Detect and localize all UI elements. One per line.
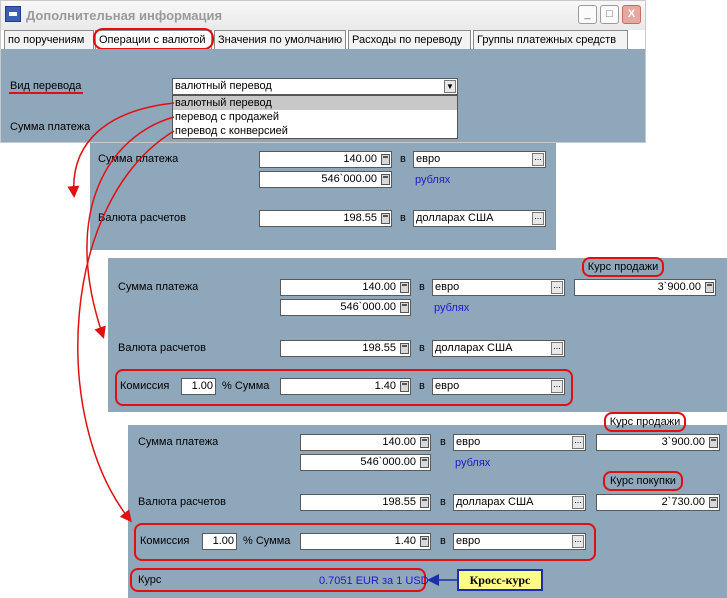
- arrow-to-panel3: [77, 130, 175, 523]
- arrow-to-panel1: [67, 102, 175, 198]
- arrow-to-panel2: [86, 116, 175, 339]
- annotation-arrows: [67, 102, 457, 586]
